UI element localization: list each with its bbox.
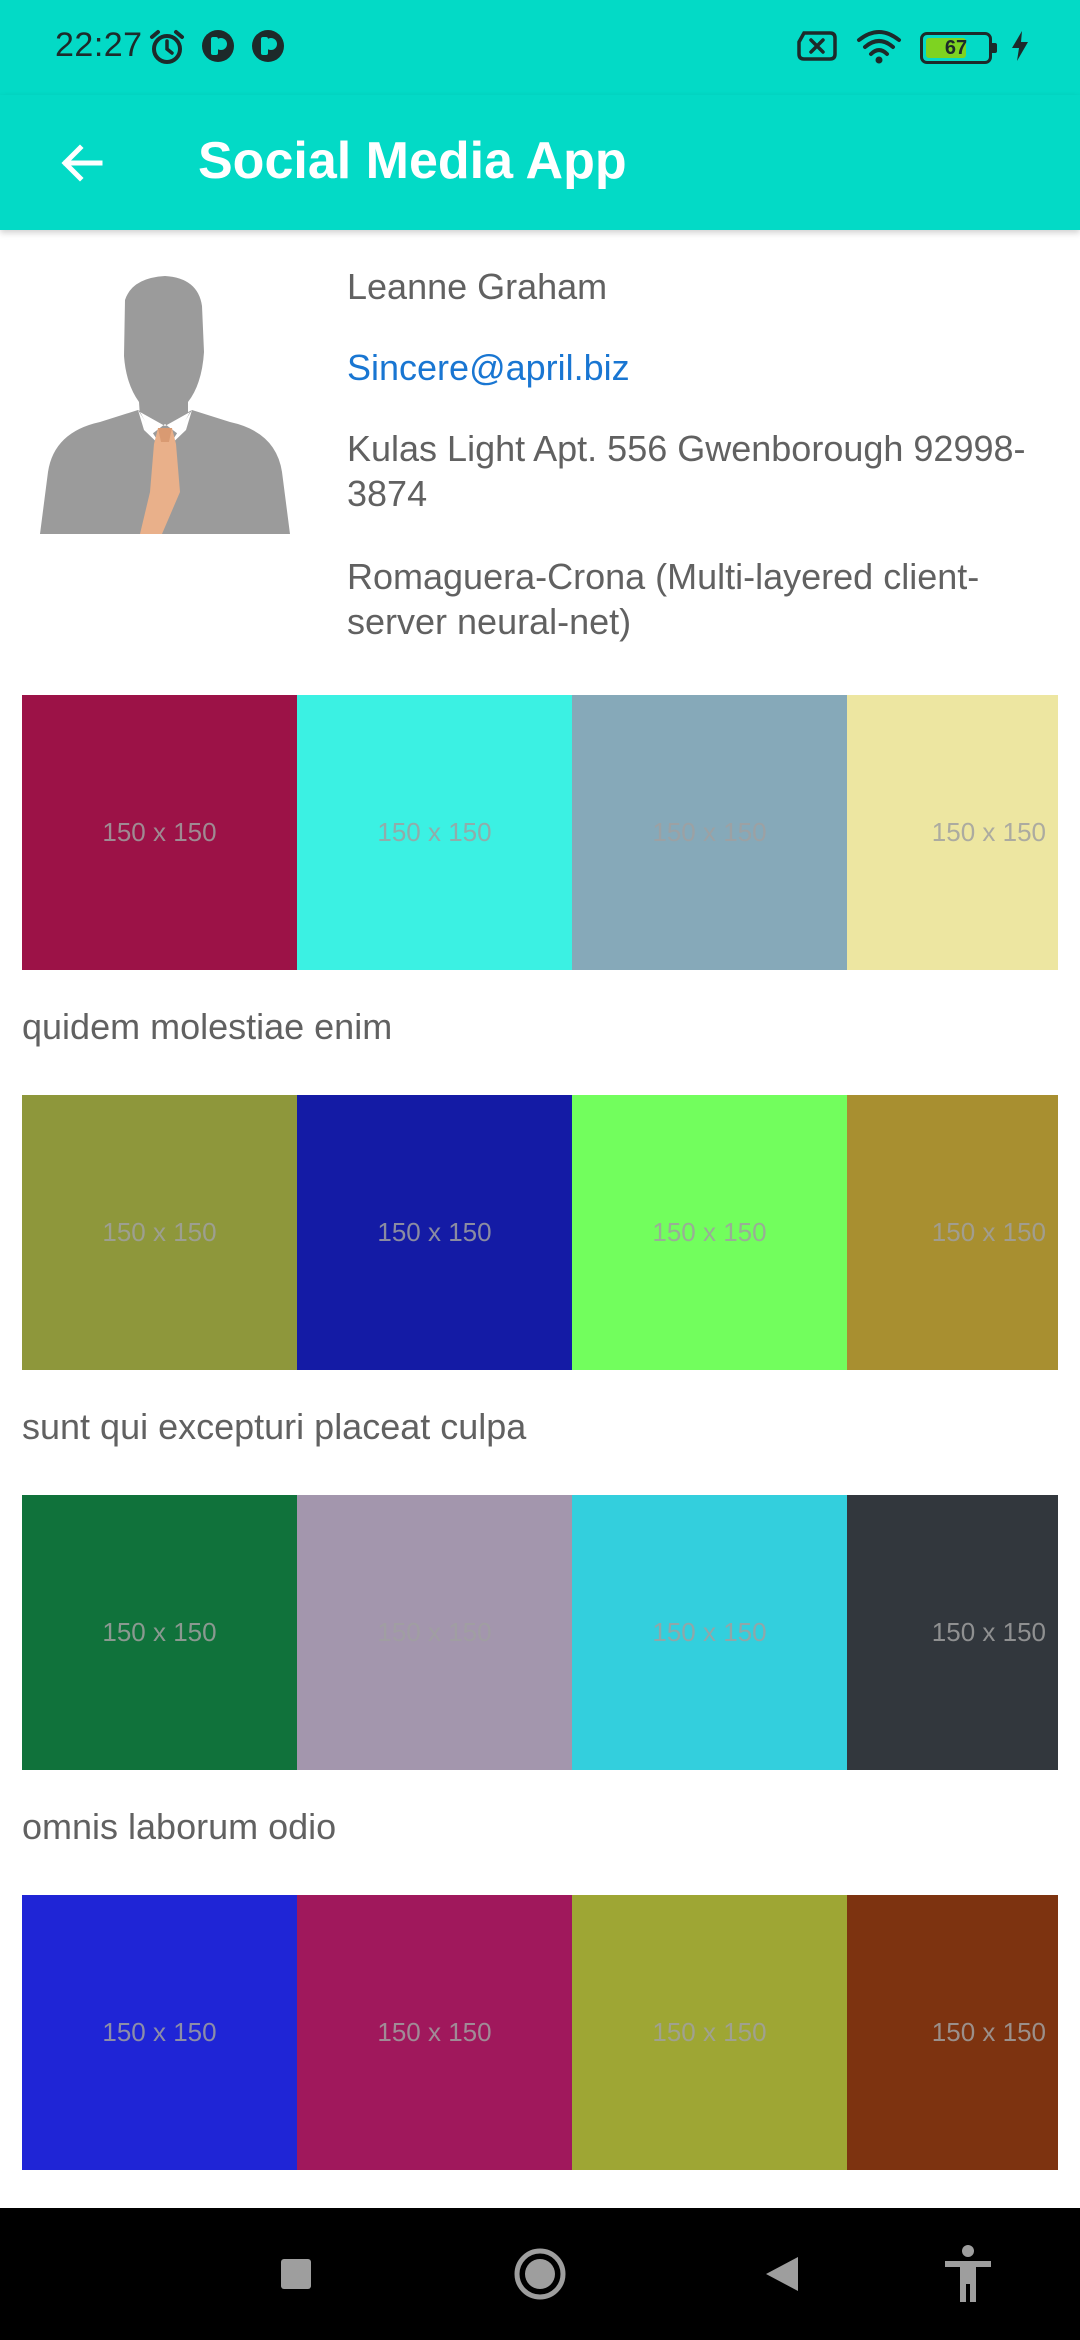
photo-thumbnail[interactable]: 150 x 150 bbox=[572, 1095, 847, 1370]
photo-thumbnail[interactable]: 150 x 150 bbox=[847, 695, 1058, 970]
app-title: Social Media App bbox=[198, 132, 627, 190]
charging-bolt-icon bbox=[1010, 30, 1030, 67]
album-photo-row: 150 x 150 150 x 150 150 x 150 150 x 150 bbox=[22, 695, 1058, 970]
photo-thumbnail[interactable]: 150 x 150 bbox=[22, 1895, 297, 2170]
home-button[interactable] bbox=[510, 2244, 570, 2304]
photo-thumbnail[interactable]: 150 x 150 bbox=[297, 1895, 572, 2170]
recents-button[interactable] bbox=[266, 2244, 326, 2304]
photo-thumbnail[interactable]: 150 x 150 bbox=[572, 1495, 847, 1770]
system-navigation-bar bbox=[0, 2208, 1080, 2340]
accessibility-button[interactable] bbox=[938, 2244, 998, 2304]
accessibility-icon bbox=[945, 2245, 991, 2302]
wifi-icon bbox=[856, 28, 902, 69]
photo-thumbnail[interactable]: 150 x 150 bbox=[847, 1495, 1058, 1770]
photo-thumbnail[interactable]: 150 x 150 bbox=[847, 1095, 1058, 1370]
sim-off-icon bbox=[796, 30, 838, 67]
photo-thumbnail[interactable]: 150 x 150 bbox=[847, 1895, 1058, 2170]
photo-thumbnail[interactable]: 150 x 150 bbox=[22, 695, 297, 970]
user-name: Leanne Graham bbox=[347, 266, 608, 307]
album-title[interactable]: omnis laborum odio bbox=[22, 1804, 336, 1849]
arrow-left-icon bbox=[61, 144, 103, 182]
album-photo-row: 150 x 150 150 x 150 150 x 150 150 x 150 bbox=[22, 1095, 1058, 1370]
photo-thumbnail[interactable]: 150 x 150 bbox=[297, 1095, 572, 1370]
notification-app-icon bbox=[250, 28, 286, 69]
person-silhouette-icon bbox=[40, 276, 290, 534]
alarm-icon bbox=[148, 28, 186, 71]
user-email-link[interactable]: Sincere@april.biz bbox=[347, 345, 1047, 390]
battery-level: 67 bbox=[944, 36, 968, 59]
album-title[interactable]: sunt qui excepturi placeat culpa bbox=[22, 1404, 526, 1449]
recents-square-icon bbox=[281, 2259, 311, 2289]
status-time: 22:27 bbox=[55, 26, 143, 64]
photo-thumbnail[interactable]: 150 x 150 bbox=[297, 695, 572, 970]
avatar bbox=[40, 272, 290, 534]
photo-thumbnail[interactable]: 150 x 150 bbox=[22, 1495, 297, 1770]
photo-thumbnail[interactable]: 150 x 150 bbox=[22, 1095, 297, 1370]
battery-icon: 67 bbox=[920, 32, 997, 64]
back-triangle-icon bbox=[766, 2257, 798, 2291]
user-address: Kulas Light Apt. 556 Gwenborough 92998-3… bbox=[347, 428, 1026, 514]
photo-thumbnail[interactable]: 150 x 150 bbox=[297, 1495, 572, 1770]
home-circle-icon bbox=[514, 2248, 566, 2300]
photo-thumbnail[interactable]: 150 x 150 bbox=[572, 1895, 847, 2170]
photo-thumbnail[interactable]: 150 x 150 bbox=[572, 695, 847, 970]
album-photo-row: 150 x 150 150 x 150 150 x 150 150 x 150 bbox=[22, 1495, 1058, 1770]
album-photo-row: 150 x 150 150 x 150 150 x 150 150 x 150 bbox=[22, 1895, 1058, 2170]
nav-back-button[interactable] bbox=[752, 2244, 812, 2304]
album-title[interactable]: quidem molestiae enim bbox=[22, 1004, 392, 1049]
notification-app-icon bbox=[200, 28, 236, 69]
user-company: Romaguera-Crona (Multi-layered client-se… bbox=[347, 556, 980, 642]
app-bar: Social Media App bbox=[0, 95, 1080, 230]
status-right-icons: 67 bbox=[796, 28, 1030, 68]
status-bar: 22:27 67 bbox=[0, 0, 1080, 95]
back-button[interactable] bbox=[42, 123, 122, 203]
